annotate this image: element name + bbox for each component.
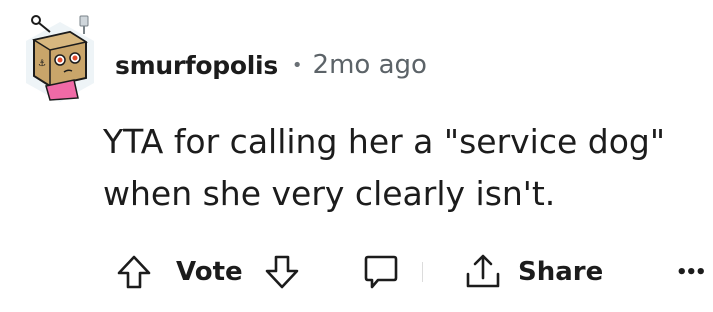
svg-text:⚓: ⚓ xyxy=(38,59,46,69)
comment-body-line: YTA for calling her a "service dog" xyxy=(103,122,666,161)
downvote-arrow-icon xyxy=(265,255,299,289)
share-icon xyxy=(466,254,500,288)
reply-button[interactable] xyxy=(360,246,402,298)
upvote-button[interactable] xyxy=(114,246,154,298)
comment-body-line: when she very clearly isn't. xyxy=(103,174,556,213)
username-link[interactable]: smurfopolis xyxy=(115,51,278,80)
comment-timestamp[interactable]: 2mo ago xyxy=(313,50,427,80)
comment-bubble-icon xyxy=(364,255,398,289)
comment-body: YTA for calling her a "service dog" when… xyxy=(103,116,703,220)
vote-label: Vote xyxy=(176,257,243,287)
share-button[interactable]: Share xyxy=(462,246,603,298)
downvote-button[interactable] xyxy=(262,246,302,298)
comment-header: smurfopolis • 2mo ago xyxy=(115,50,427,80)
comment-action-bar: Vote Share ••• xyxy=(0,246,713,298)
action-divider xyxy=(422,262,423,282)
meta-separator: • xyxy=(291,54,303,76)
upvote-arrow-icon xyxy=(117,255,151,289)
vote-count: Vote xyxy=(176,246,243,298)
more-options-button[interactable]: ••• xyxy=(676,246,706,298)
user-avatar-icon: ⚓ xyxy=(26,15,94,102)
share-label: Share xyxy=(518,257,604,287)
more-options-icon: ••• xyxy=(676,261,706,283)
avatar[interactable]: ⚓ xyxy=(20,14,100,110)
